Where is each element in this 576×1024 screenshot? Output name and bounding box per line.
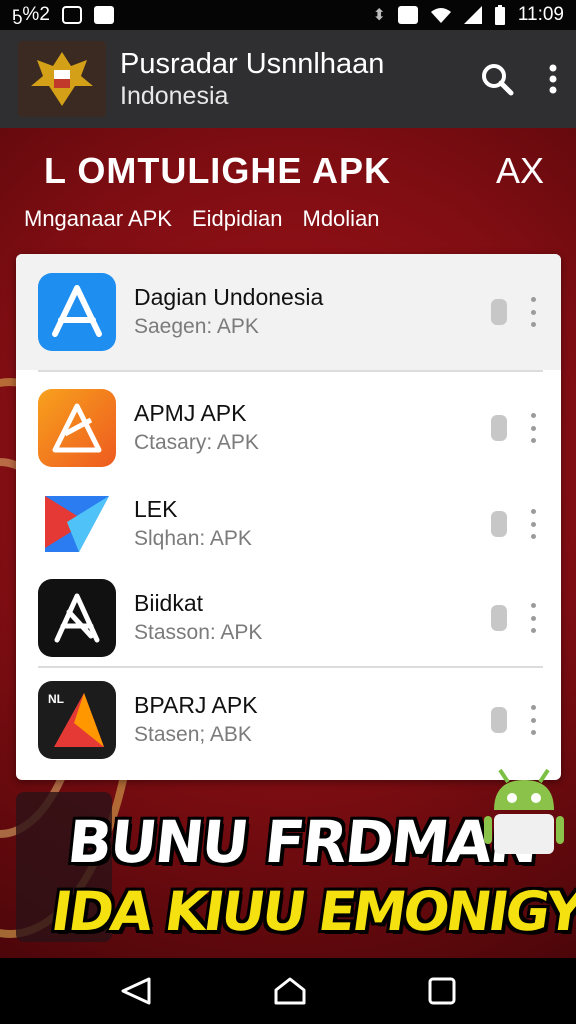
navigation-bar [0,958,576,1024]
status-bar: ҕ%2 ⬍ 11:09 [0,0,576,30]
app-subtitle: Indonesia [120,82,229,110]
signal-icon [463,6,482,24]
toggle-icon[interactable] [491,511,507,537]
status-left-text: ҕ%2 [12,4,50,25]
black-a-icon [38,579,116,657]
more-vert-icon[interactable] [527,297,539,327]
promo-close-button[interactable]: AX [496,150,544,192]
search-icon[interactable] [480,62,514,96]
app-name: Dagian Undonesia [134,284,324,310]
promo-banner: L OMTULIGHE APK AX Mnganaar APK Eidpidia… [0,128,576,958]
back-icon[interactable] [119,976,153,1006]
divider [38,666,543,668]
app-name: Biidkat [134,590,204,616]
status-time: 11:09 [517,4,564,25]
app-subtitle: Slqhan: APK [134,527,252,550]
list-item[interactable]: APMJ APK Ctasary: APK [16,380,561,476]
app-bar: Pusradar Usnnlhaan Indonesia [0,30,576,128]
app-name: LEK [134,496,178,522]
app-list-card: Dagian Undonesia Saegen: APK APMJ APK Ct… [16,254,561,780]
toggle-icon[interactable] [491,415,507,441]
more-vert-icon[interactable] [527,413,539,443]
more-vert-icon[interactable] [548,64,558,94]
app-name: BPARJ APK [134,692,258,718]
orange-a-icon [38,389,116,467]
promo-title: L OMTULIGHE APK [44,150,391,191]
app-title: Pusradar Usnnlhaan [120,48,385,80]
app-subtitle: Stasson: APK [134,621,263,644]
red-triangle-icon: NL [38,681,116,759]
promo-tabs: Mnganaar APK Eidpidian Mdolian [24,206,380,232]
home-icon[interactable] [272,976,308,1006]
notification-icon [93,6,114,24]
more-vert-icon[interactable] [527,509,539,539]
toggle-icon[interactable] [491,299,507,325]
promo-tab[interactable]: Mnganaar APK [24,206,172,232]
app-name: APMJ APK [134,400,247,426]
play-arrow-icon [38,485,116,563]
app-store-a-icon [38,273,116,351]
list-item[interactable]: LEK Slqhan: APK [16,476,561,572]
recent-apps-icon[interactable] [427,976,457,1006]
app-subtitle: Stasen; ABK [134,723,252,746]
overlay-subheadline: IDA KIUU EMONIGY! [47,880,576,943]
garuda-emblem-icon [18,41,106,117]
app-subtitle: Saegen: APK [134,315,259,338]
toggle-icon[interactable] [491,605,507,631]
app-subtitle: Ctasary: APK [134,431,259,454]
list-item[interactable]: Biidkat Stasson: APK [16,570,561,666]
nfc-icon [397,6,418,24]
overlay-headline: BUNU FRDMAN [64,808,541,876]
svg-text:NL: NL [48,692,64,706]
promo-tab[interactable]: Mdolian [303,206,380,232]
wifi-icon [430,8,451,23]
toggle-icon[interactable] [491,707,507,733]
list-item[interactable]: NL BPARJ APK Stasen; ABK [16,672,561,768]
more-vert-icon[interactable] [527,603,539,633]
vibrate-icon: ⬍ [372,7,386,24]
sync-icon [61,6,82,24]
android-robot-icon [484,768,564,854]
battery-icon [494,5,505,25]
more-vert-icon[interactable] [527,705,539,735]
promo-tab[interactable]: Eidpidian [192,206,283,232]
divider [38,370,543,372]
list-item[interactable]: Dagian Undonesia Saegen: APK [16,254,561,370]
